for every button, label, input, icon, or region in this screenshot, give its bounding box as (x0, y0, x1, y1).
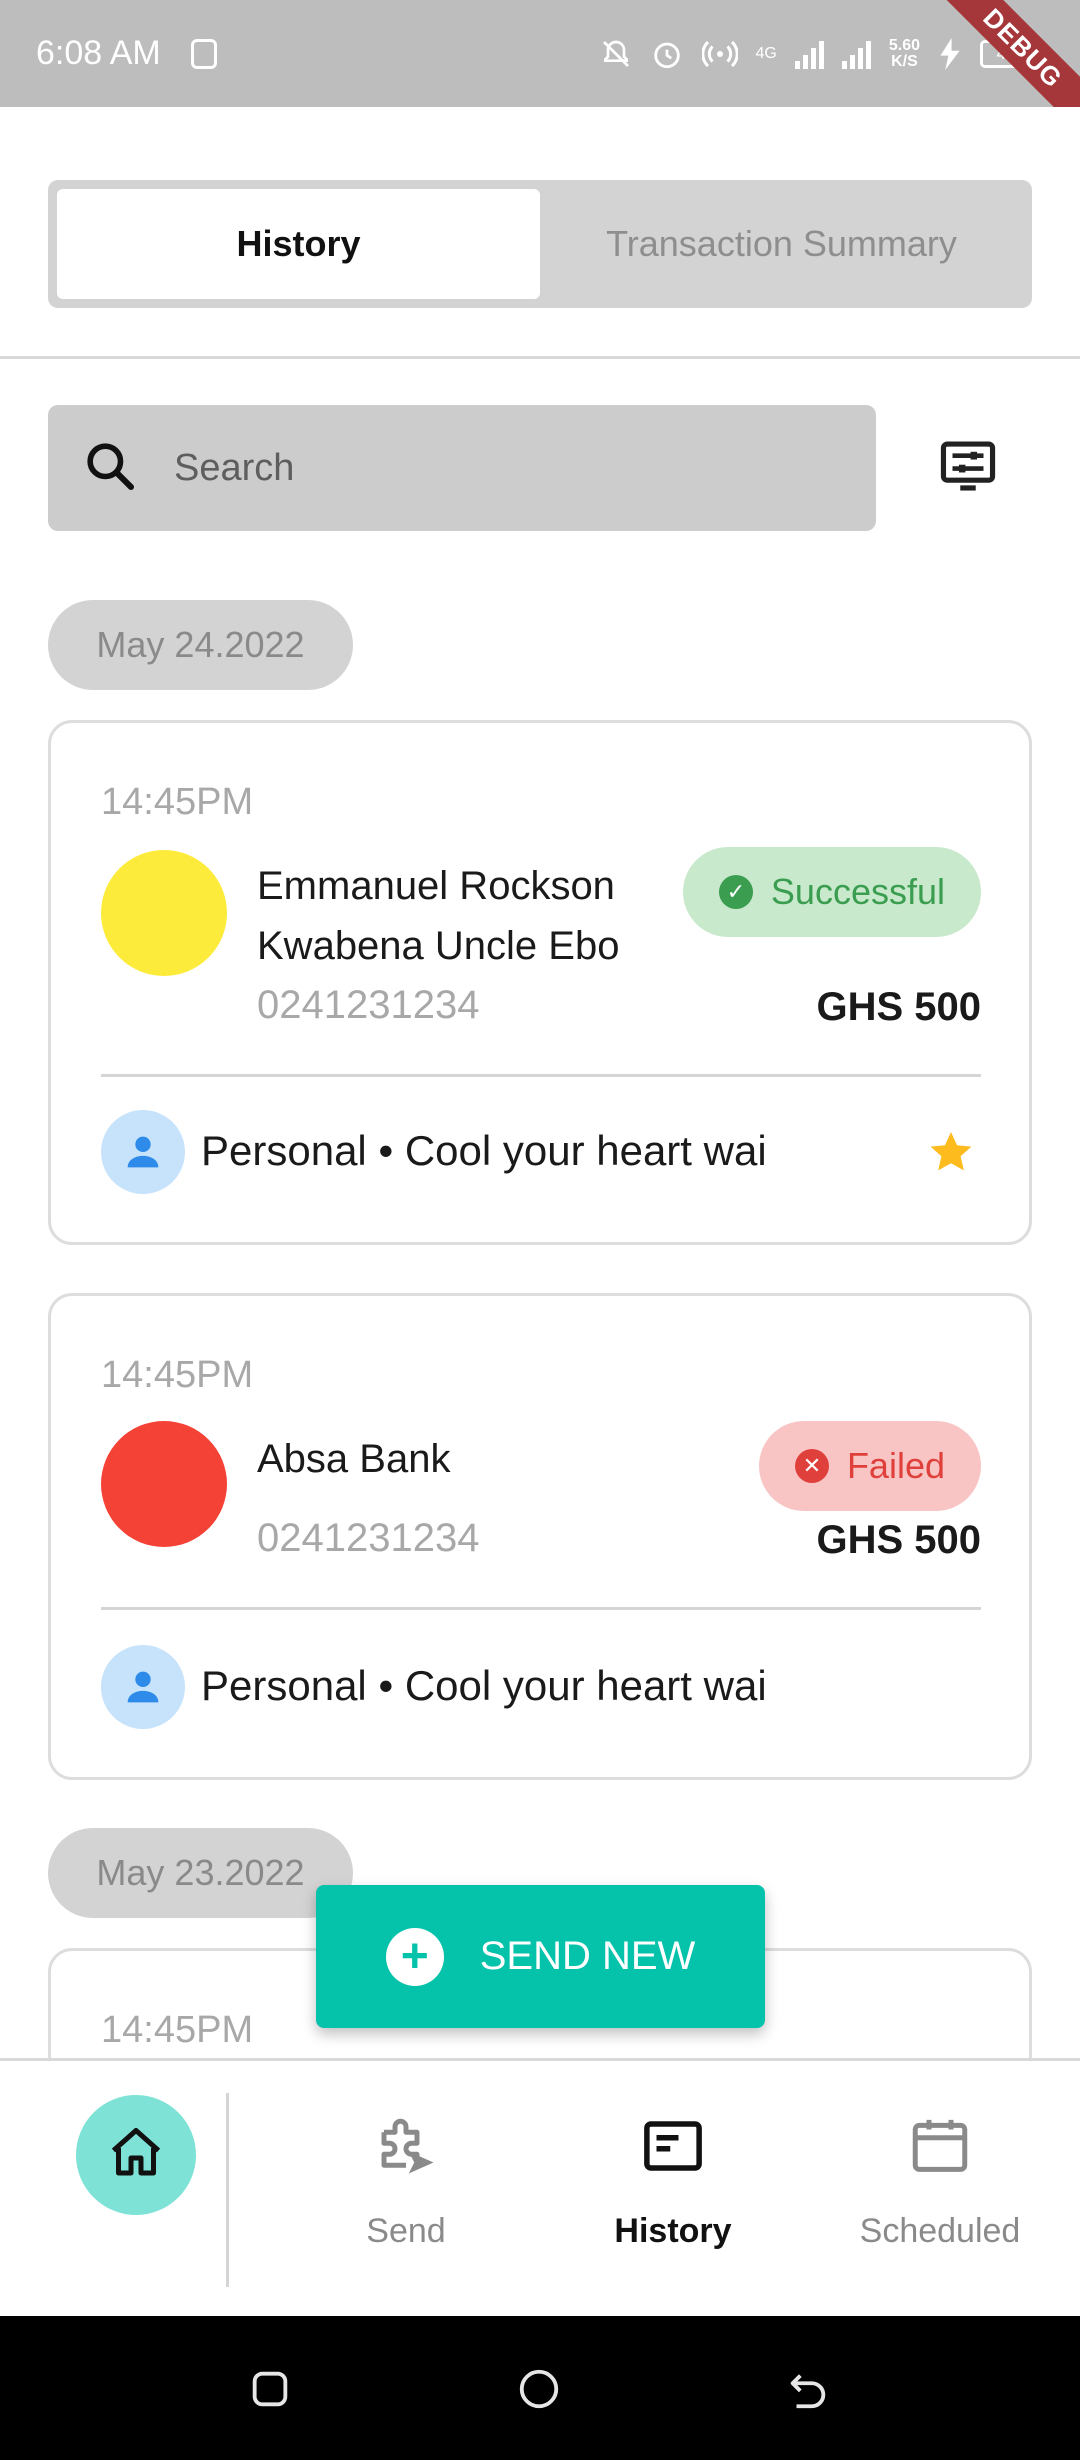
status-badge: ✕ Failed (758, 1421, 981, 1511)
home-button[interactable] (76, 2095, 196, 2215)
category-label: Personal (201, 1127, 367, 1174)
person-icon (101, 1645, 185, 1729)
transaction-note: Personal • Cool your heart wai (201, 1662, 767, 1710)
person-icon (101, 1110, 185, 1194)
signal-icon (794, 39, 824, 69)
network-type: 4G (755, 44, 777, 62)
star-icon[interactable] (927, 1128, 975, 1176)
nav-item-send[interactable]: Send (296, 2113, 516, 2251)
signal-icon-2 (841, 39, 871, 69)
transaction-time: 14:45PM (101, 1354, 254, 1396)
recipient-name: Absa Bank (257, 1437, 451, 1481)
recents-icon[interactable] (247, 2366, 293, 2412)
transaction-card[interactable]: 14:45PM Absa Bank 0241231234 ✕ Failed GH… (48, 1293, 1032, 1780)
tab-history[interactable]: History (57, 189, 540, 299)
charging-icon (938, 37, 962, 70)
transaction-amount: GHS 500 (816, 1518, 981, 1562)
calendar-icon (907, 2113, 973, 2184)
nav-item-history[interactable]: History (563, 2113, 783, 2251)
home-icon (106, 2123, 166, 2188)
note-label: Cool your heart wai (404, 1662, 767, 1709)
date-chip: May 23.2022 (48, 1828, 353, 1918)
net-speed-value: 5.60 (888, 36, 920, 54)
nav-item-scheduled[interactable]: Scheduled (830, 2113, 1050, 2251)
search-bar[interactable] (48, 405, 876, 531)
tab-transaction-summary[interactable]: Transaction Summary (540, 189, 1023, 299)
back-icon[interactable] (785, 2366, 831, 2412)
search-icon (82, 438, 138, 499)
send-new-button[interactable]: + SEND NEW (316, 1885, 765, 2028)
card-divider (101, 1074, 981, 1077)
send-new-label: SEND NEW (479, 1934, 696, 1978)
transaction-amount: GHS 500 (816, 985, 981, 1029)
status-label: Failed (846, 1445, 945, 1486)
recipient-phone: 0241231234 (257, 983, 480, 1027)
status-time: 6:08 AM (36, 34, 161, 72)
nav-label-send: Send (366, 2212, 446, 2250)
filter-icon (937, 435, 999, 502)
hotspot-icon (701, 39, 738, 69)
plus-icon: + (385, 1927, 444, 1986)
mute-icon (600, 38, 632, 70)
nav-divider (226, 2093, 229, 2287)
history-icon (640, 2113, 706, 2184)
search-input[interactable] (174, 446, 814, 490)
network-type-label: 4G (755, 44, 777, 62)
transaction-time: 14:45PM (101, 781, 254, 823)
home-system-icon[interactable] (516, 2366, 562, 2412)
avatar (101, 1421, 227, 1547)
separator-dot: • (378, 1662, 405, 1709)
transaction-note: Personal • Cool your heart wai (201, 1127, 767, 1175)
nav-label-scheduled: Scheduled (859, 2212, 1021, 2250)
send-icon (373, 2113, 439, 2184)
alarm-icon (650, 37, 684, 71)
category-label: Personal (201, 1662, 367, 1709)
status-label: Successful (770, 871, 945, 912)
check-circle-icon: ✓ (718, 875, 753, 909)
avatar (101, 850, 227, 976)
net-speed-unit: K/S (891, 52, 918, 70)
status-bar: 6:08 AM 4G 5.60 K/S 45 DEBUG (0, 0, 1080, 107)
header-divider (0, 356, 1080, 359)
sim-icon (190, 38, 217, 69)
card-divider (101, 1607, 981, 1610)
recipient-name: Emmanuel Rockson Kwabena Uncle Ebo (257, 864, 620, 968)
transaction-card[interactable]: 14:45PM Emmanuel Rockson Kwabena Uncle E… (48, 720, 1032, 1245)
error-circle-icon: ✕ (794, 1449, 829, 1483)
net-speed: 5.60 K/S (888, 36, 920, 70)
recipient-phone: 0241231234 (257, 1516, 480, 1560)
bottom-nav: Send History Scheduled (0, 2058, 1080, 2316)
separator-dot: • (378, 1127, 405, 1174)
nav-label-history: History (614, 2212, 732, 2250)
date-chip: May 24.2022 (48, 600, 353, 690)
history-tabs: History Transaction Summary (48, 180, 1032, 308)
status-badge: ✓ Successful (682, 847, 981, 937)
transaction-time: 14:45PM (101, 2009, 254, 2051)
note-label: Cool your heart wai (404, 1127, 767, 1174)
system-nav-bar (0, 2316, 1080, 2460)
filter-button[interactable] (936, 436, 1000, 500)
